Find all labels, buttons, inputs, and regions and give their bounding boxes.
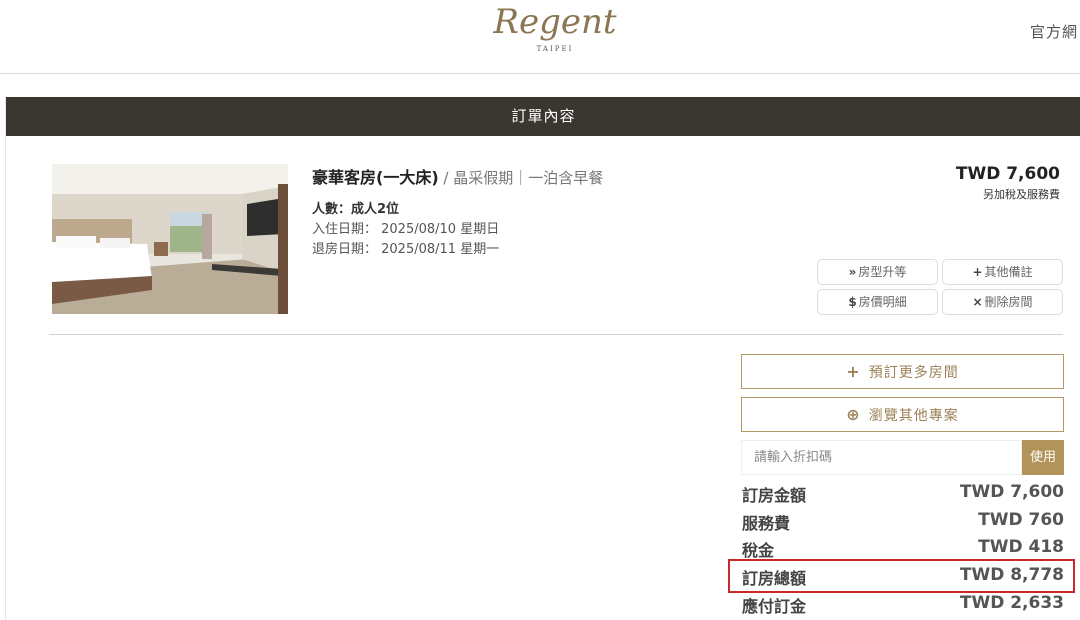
regent-logo[interactable]: Regent TAIPEI <box>480 2 630 62</box>
official-site-link[interactable]: 官方網 <box>1030 21 1078 42</box>
checkout-date: 退房日期： 2025/08/11 星期一 <box>312 242 500 257</box>
summary-row-tax: 稅金 TWD 418 <box>741 535 1064 561</box>
dollar-icon: $ <box>848 295 857 309</box>
summary-row-deposit: 應付訂金 TWD 2,633 <box>741 591 1064 617</box>
room-title: 豪華客房(一大床) / 晶采假期｜一泊含早餐 <box>312 164 603 188</box>
site-header: Regent TAIPEI 官方網 <box>0 0 1080 74</box>
room-photo-illustration <box>52 164 288 314</box>
summary-row-booking-amount: 訂房金額 TWD 7,600 <box>741 480 1064 506</box>
book-more-rooms-button[interactable]: + 預訂更多房間 <box>741 354 1064 389</box>
summary-label: 應付訂金 <box>742 597 807 616</box>
close-icon: × <box>972 295 983 309</box>
room-photo <box>52 164 288 314</box>
guest-count: 人數：成人2位 <box>312 202 400 217</box>
summary-row-service-fee: 服務費 TWD 760 <box>741 508 1064 534</box>
zoom-in-icon: ⊕ <box>846 405 861 424</box>
other-remarks-label: 其他備註 <box>984 265 1033 279</box>
logo-subtitle: TAIPEI <box>536 45 574 53</box>
apply-discount-button[interactable]: 使用 <box>1022 440 1064 475</box>
room-details: 人數：成人2位 入住日期： 2025/08/10 星期日 退房日期： 2025/… <box>312 200 499 260</box>
order-panel-title: 訂單內容 <box>6 97 1080 136</box>
delete-room-label: 刪除房間 <box>984 295 1033 309</box>
room-type-name: 豪華客房(一大床) <box>312 168 439 187</box>
book-more-rooms-label: 預訂更多房間 <box>868 365 959 381</box>
upgrade-room-label: 房型升等 <box>858 265 907 279</box>
discount-code-input[interactable] <box>741 440 1022 475</box>
browse-other-packages-label: 瀏覽其他專案 <box>868 408 959 424</box>
total-highlight-box <box>728 559 1075 593</box>
upgrade-room-button[interactable]: » 房型升等 <box>817 259 938 285</box>
summary-label: 服務費 <box>742 514 791 533</box>
chevrons-up-icon: » <box>848 265 857 279</box>
delete-room-button[interactable]: × 刪除房間 <box>942 289 1063 315</box>
logo-wordmark: Regent <box>493 2 617 42</box>
summary-label: 訂房金額 <box>742 486 807 505</box>
room-price-note: 另加稅及服務費 <box>983 188 1060 201</box>
summary-value: TWD 760 <box>978 510 1064 530</box>
room-price-amount: TWD 7,600 <box>955 164 1060 184</box>
room-price: TWD 7,600 另加稅及服務費 <box>956 164 1060 202</box>
plus-icon: + <box>846 362 861 381</box>
other-remarks-button[interactable]: + 其他備註 <box>942 259 1063 285</box>
room-package-name: / 晶采假期｜一泊含早餐 <box>438 169 604 187</box>
price-detail-button[interactable]: $ 房價明細 <box>817 289 938 315</box>
browse-other-packages-button[interactable]: ⊕ 瀏覽其他專案 <box>741 397 1064 432</box>
checkin-date: 入住日期： 2025/08/10 星期日 <box>312 222 500 237</box>
summary-label: 稅金 <box>742 541 775 560</box>
summary-value: TWD 2,633 <box>959 593 1064 613</box>
plus-icon: + <box>972 265 983 279</box>
price-detail-label: 房價明細 <box>858 295 907 309</box>
summary-value: TWD 418 <box>978 537 1064 557</box>
section-divider <box>49 334 1063 335</box>
summary-value: TWD 7,600 <box>959 482 1064 502</box>
